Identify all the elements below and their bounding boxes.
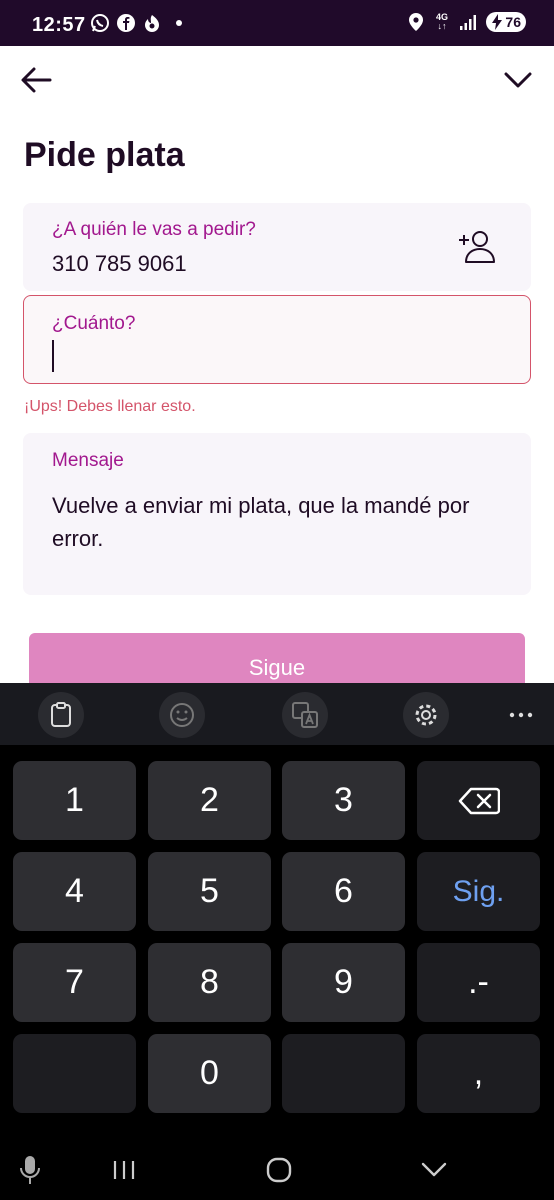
facebook-icon [116, 13, 136, 33]
voice-input-button[interactable] [10, 1150, 50, 1190]
key-3[interactable]: 3 [282, 761, 405, 840]
recipient-value: 310 785 9061 [52, 251, 187, 276]
submit-button[interactable]: Sigue [29, 633, 525, 683]
translate-icon [292, 702, 318, 728]
more-notifications-dot [176, 20, 182, 26]
recents-icon [113, 1161, 135, 1179]
add-contact-icon [459, 231, 495, 263]
emoji-button[interactable] [159, 692, 205, 738]
home-icon [266, 1157, 292, 1183]
key-4[interactable]: 4 [13, 852, 136, 931]
more-options-button[interactable] [506, 700, 536, 730]
amount-error-text: ¡Ups! Debes llenar esto. [24, 398, 196, 415]
message-label: Mensaje [52, 450, 124, 471]
emoji-icon [170, 703, 194, 727]
comma-key[interactable]: , [417, 1034, 540, 1113]
clipboard-icon [51, 702, 71, 727]
recipient-label: ¿A quién le vas a pedir? [52, 219, 256, 240]
key-7[interactable]: 7 [13, 943, 136, 1022]
add-contact-button[interactable] [457, 227, 497, 267]
amount-label: ¿Cuánto? [52, 313, 136, 334]
network-icon: 4G ↓↑ [435, 12, 448, 31]
notification-icons [90, 13, 182, 33]
blank-key-right [282, 1034, 405, 1113]
location-icon [406, 12, 426, 32]
keyboard-toolbar [0, 683, 554, 745]
whatsapp-icon [90, 13, 110, 33]
more-icon [509, 712, 533, 718]
settings-icon [415, 704, 437, 726]
request-money-screen: Pide plata ¿A quién le vas a pedir? 310 … [0, 46, 554, 683]
status-bar: 12:57 4G ↓↑ 76 [0, 0, 554, 46]
collapse-button[interactable] [500, 62, 536, 98]
numeric-keyboard: 1 2 3 4 5 6 Sig. 7 8 9 .- 0 , [0, 683, 554, 1138]
page-title: Pide plata [24, 136, 185, 174]
amount-field[interactable]: ¿Cuánto? [23, 295, 531, 384]
navigation-bar [0, 1138, 554, 1200]
notification-app-icon [142, 13, 162, 33]
text-cursor [52, 340, 54, 372]
chevron-down-icon [504, 72, 532, 88]
system-back-button[interactable] [414, 1150, 454, 1190]
backspace-key[interactable] [417, 761, 540, 840]
recents-button[interactable] [104, 1150, 144, 1190]
period-dash-key[interactable]: .- [417, 943, 540, 1022]
key-9[interactable]: 9 [282, 943, 405, 1022]
home-button[interactable] [259, 1150, 299, 1190]
battery-level: 76 [505, 14, 521, 30]
blank-key-left [13, 1034, 136, 1113]
battery-icon: 76 [486, 12, 526, 32]
signal-icon [458, 12, 478, 32]
submit-button-label: Sigue [248, 655, 306, 680]
recipient-field[interactable]: ¿A quién le vas a pedir? 310 785 9061 [23, 203, 531, 291]
key-8[interactable]: 8 [148, 943, 271, 1022]
message-value: Vuelve a enviar mi plata, que la mandé p… [52, 493, 470, 551]
arrow-left-icon [21, 67, 52, 93]
back-icon [421, 1162, 447, 1177]
status-time: 12:57 [32, 14, 86, 36]
next-key[interactable]: Sig. [417, 852, 540, 931]
backspace-icon [458, 787, 500, 814]
key-6[interactable]: 6 [282, 852, 405, 931]
network-type: 4G [435, 12, 448, 22]
mic-icon [20, 1156, 40, 1184]
settings-button[interactable] [403, 692, 449, 738]
translate-button[interactable] [282, 692, 328, 738]
key-1[interactable]: 1 [13, 761, 136, 840]
key-5[interactable]: 5 [148, 852, 271, 931]
system-icons: 4G ↓↑ 76 [406, 12, 526, 32]
clipboard-button[interactable] [38, 692, 84, 738]
back-button[interactable] [18, 62, 54, 98]
message-field[interactable]: Mensaje Vuelve a enviar mi plata, que la… [23, 433, 531, 595]
key-2[interactable]: 2 [148, 761, 271, 840]
key-0[interactable]: 0 [148, 1034, 271, 1113]
